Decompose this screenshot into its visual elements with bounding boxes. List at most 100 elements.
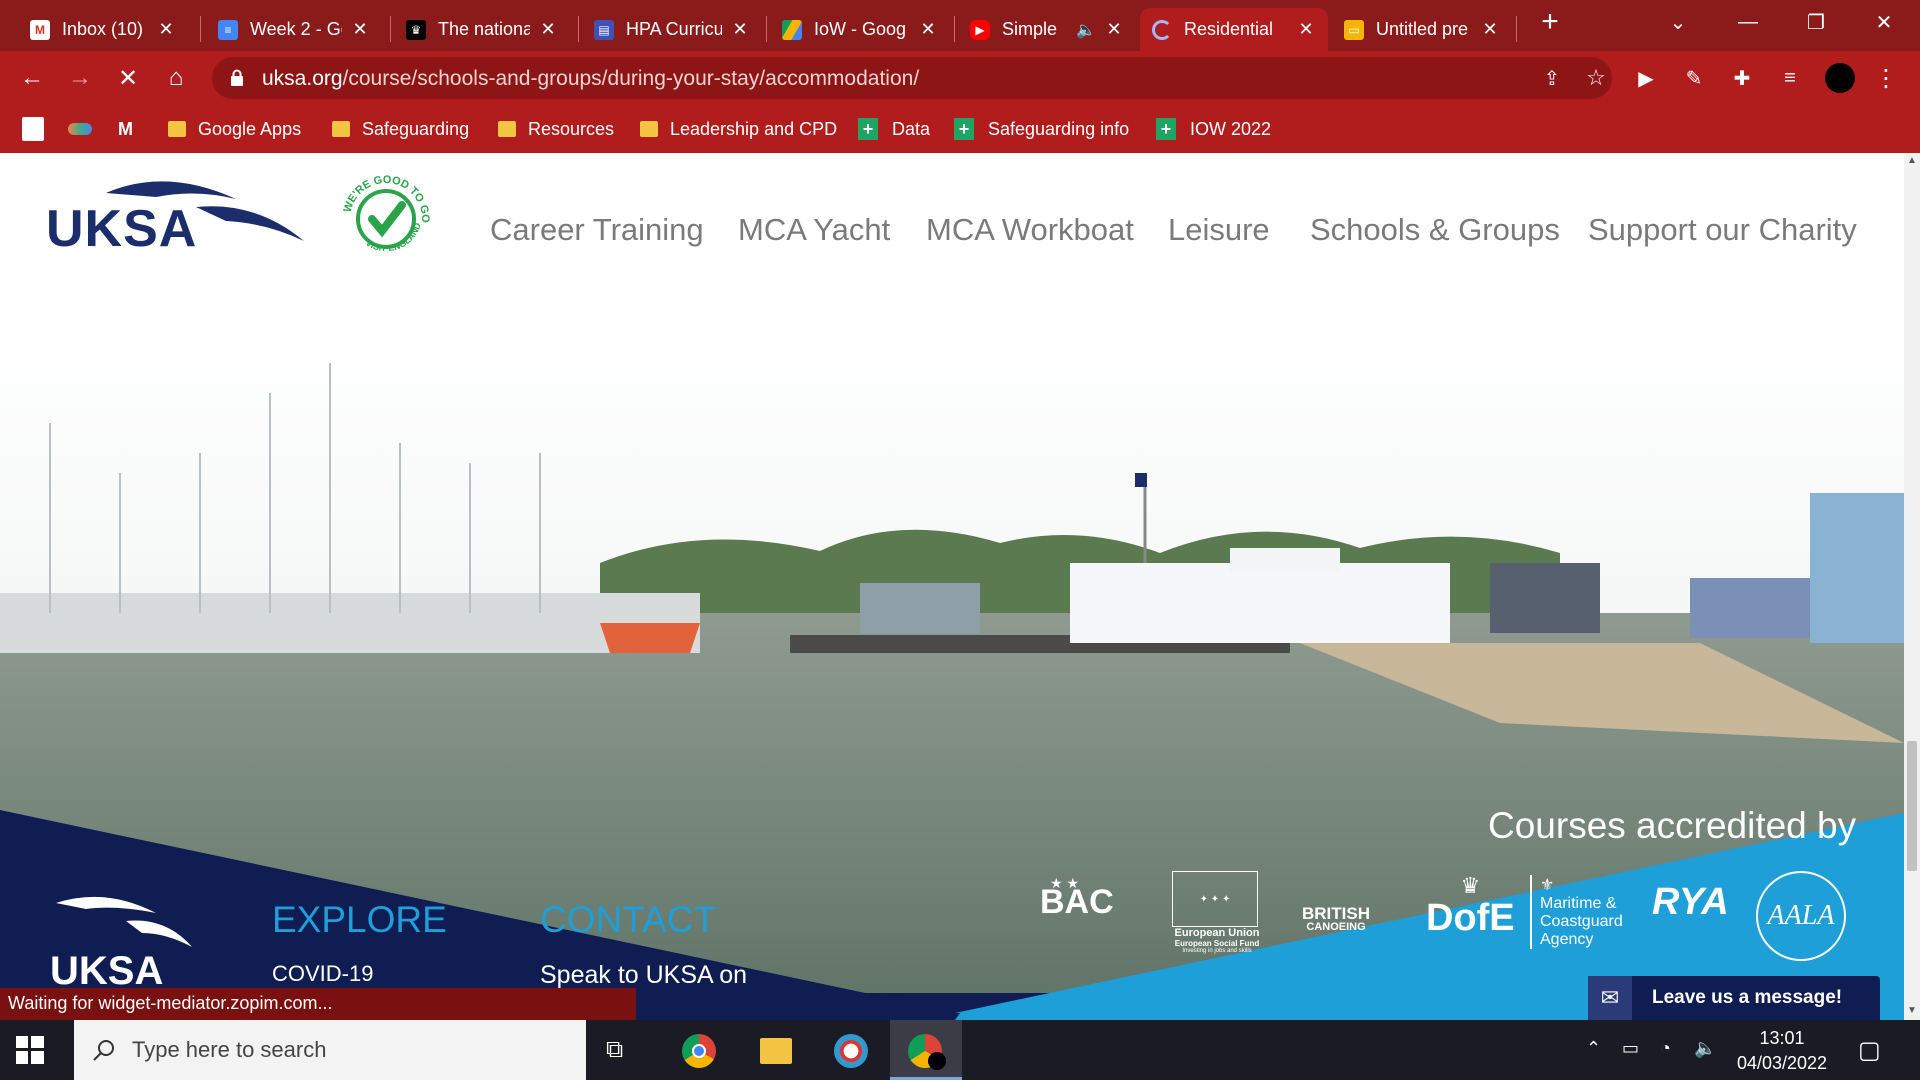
battery-icon[interactable]: ▭ (1622, 1038, 1639, 1059)
chat-label: Leave us a message! (1652, 987, 1843, 1008)
tab-national[interactable]: ♛ The nationa ✕ (394, 8, 570, 51)
explore-link-covid[interactable]: COVID-19 (272, 961, 373, 987)
tab-docs[interactable]: ≡ Week 2 - Go ✕ (206, 8, 382, 51)
browser-toolbar: ← → ✕ ⌂ uksa.org/course/schools-and-grou… (0, 51, 1920, 105)
close-icon[interactable]: ✕ (1480, 19, 1500, 40)
bookmark-label: Google Apps (198, 118, 302, 139)
tab-label: Week 2 - Go (250, 19, 342, 39)
file-explorer-icon[interactable] (760, 1038, 792, 1064)
bookmarks-bar: M Google Apps Safeguarding Resources Lea… (0, 105, 1920, 153)
show-hidden-icons[interactable]: ⌃ (1586, 1038, 1601, 1059)
bookmark-safeguarding-info[interactable]: + Safeguarding info (954, 115, 1129, 143)
paint-app-icon[interactable] (834, 1034, 868, 1068)
bookmark-label: Safeguarding (362, 118, 470, 139)
nav-schools-groups[interactable]: Schools & Groups (1310, 212, 1560, 248)
address-bar[interactable]: uksa.org/course/schools-and-groups/durin… (212, 57, 1612, 99)
notifications-icon[interactable]: ▢ (1858, 1036, 1881, 1065)
site-logo[interactable]: UKSA (46, 171, 306, 266)
tab-hpa[interactable]: ▤ HPA Curricu ✕ (582, 8, 762, 51)
tab-slides[interactable]: ▭ Untitled pre ✕ (1332, 8, 1512, 51)
windows-taskbar: Type here to search ⧉ ⌃ ▭ ◔ 🔈 13:01 04/0… (0, 1020, 1920, 1080)
scrollbar-thumb[interactable] (1907, 741, 1917, 871)
tab-gmail[interactable]: M Inbox (10) - ✕ (18, 8, 188, 51)
clock[interactable]: 13:01 04/03/2022 (1736, 1028, 1828, 1074)
start-button[interactable] (16, 1036, 44, 1064)
more-menu-icon[interactable]: ⋮ (1868, 60, 1904, 96)
home-button[interactable]: ⌂ (158, 60, 194, 96)
forward-button[interactable]: → (62, 60, 98, 96)
tab-label: IoW - Goog (814, 19, 907, 39)
scroll-down-arrow-icon[interactable]: ▼ (1907, 1005, 1917, 1016)
pen-extension-icon[interactable]: ✎ (1676, 60, 1712, 96)
tab-label: Residential (1184, 19, 1274, 39)
back-button[interactable]: ← (14, 60, 50, 96)
bookmark-folder-leadership[interactable]: Leadership and CPD (640, 115, 837, 143)
restore-button[interactable]: ❐ (1786, 0, 1846, 44)
nav-mca-yacht[interactable]: MCA Yacht (738, 212, 890, 248)
close-icon[interactable]: ✕ (538, 19, 558, 40)
nav-support-charity[interactable]: Support our Charity (1588, 212, 1857, 248)
bookmark-folder-safeguarding[interactable]: Safeguarding (332, 115, 469, 143)
media-controls-icon[interactable]: ≡ (1772, 60, 1808, 96)
sheets-icon: + (858, 118, 878, 140)
tab-label: Inbox (10) - (62, 19, 148, 39)
page-scrollbar[interactable]: ▲ ▼ (1904, 153, 1920, 1020)
bookmark-label: Resources (528, 118, 615, 139)
bookmark-data[interactable]: + Data (858, 115, 930, 143)
visit-england-badge: WE'RE GOOD TO GO VISIT ENGLAND (338, 171, 434, 267)
speaker-icon[interactable]: 🔈 (1076, 20, 1096, 40)
url-text: uksa.org/course/schools-and-groups/durin… (262, 67, 919, 91)
stop-button[interactable]: ✕ (110, 60, 146, 96)
eu-logo: ✦ ✦ ✦ European Union European Social Fun… (1172, 871, 1262, 954)
close-icon[interactable]: ✕ (350, 19, 370, 40)
loading-icon (1152, 19, 1172, 40)
close-icon[interactable]: ✕ (1104, 19, 1124, 40)
share-icon[interactable]: ⇪ (1534, 60, 1570, 96)
bookmark-iow-2022[interactable]: + IOW 2022 (1156, 115, 1271, 143)
bookmark-label: Safeguarding info (988, 118, 1130, 139)
close-icon[interactable]: ✕ (918, 19, 938, 40)
bookmark-gmail-icon[interactable]: M (118, 115, 133, 143)
chat-widget-button[interactable]: ✉ Leave us a message! (1588, 976, 1880, 1020)
bookmark-folder-resources[interactable]: Resources (498, 115, 614, 143)
nav-leisure[interactable]: Leisure (1168, 212, 1270, 248)
tab-label: The nationa (438, 19, 530, 39)
minimize-button[interactable]: — (1718, 0, 1778, 44)
nav-mca-workboat[interactable]: MCA Workboat (926, 212, 1134, 248)
volume-icon[interactable]: 🔈 (1694, 1038, 1716, 1059)
bookmark-folder-google-apps[interactable]: Google Apps (168, 115, 301, 143)
chrome-taskbar-icon[interactable] (682, 1034, 716, 1068)
bookmark-app-icon-1[interactable] (22, 115, 44, 143)
close-icon[interactable]: ✕ (1296, 19, 1316, 40)
tab-search-icon[interactable]: ⌄ (1648, 0, 1708, 44)
chrome-profile-taskbar-icon[interactable] (890, 1020, 962, 1080)
tab-residential[interactable]: Residential ✕ (1140, 8, 1328, 51)
tab-label: Simple (1002, 19, 1058, 39)
task-view-icon[interactable]: ⧉ (606, 1036, 623, 1064)
bookmark-star-icon[interactable]: ☆ (1578, 60, 1614, 96)
nav-career-training[interactable]: Career Training (490, 212, 704, 248)
profile-avatar[interactable] (1822, 60, 1858, 96)
windows-logo-icon (16, 1036, 44, 1064)
tab-youtube[interactable]: ▶ Simple 🔈 ✕ (958, 8, 1136, 51)
bookmark-app-icon-2[interactable] (68, 115, 92, 143)
tab-label: Untitled pre (1376, 19, 1469, 39)
folder-icon (168, 121, 186, 137)
eu-flag-icon: ✦ ✦ ✦ (1172, 871, 1258, 927)
docs-icon: ≡ (218, 19, 238, 40)
taskbar-search-box[interactable]: Type here to search (74, 1020, 586, 1080)
close-icon[interactable]: ✕ (156, 19, 176, 40)
scroll-up-arrow-icon[interactable]: ▲ (1907, 155, 1917, 166)
tab-drive[interactable]: IoW - Goog ✕ (770, 8, 950, 51)
wifi-icon[interactable]: ◔ (1660, 1038, 1671, 1059)
screencast-extension-icon[interactable]: ▶ (1628, 60, 1664, 96)
forms-icon: ▤ (594, 19, 614, 40)
close-window-button[interactable]: ✕ (1854, 0, 1914, 44)
bac-logo: ★ ★ BAC (1040, 875, 1114, 921)
clock-time: 13:01 (1759, 1028, 1805, 1048)
mca-logo: ⚜ Maritime & Coastguard Agency (1530, 875, 1623, 949)
new-tab-button[interactable]: + (1520, 0, 1580, 44)
close-icon[interactable]: ✕ (730, 19, 750, 40)
extensions-puzzle-icon[interactable]: ✚ (1724, 60, 1760, 96)
sheets-icon: + (1156, 118, 1176, 140)
